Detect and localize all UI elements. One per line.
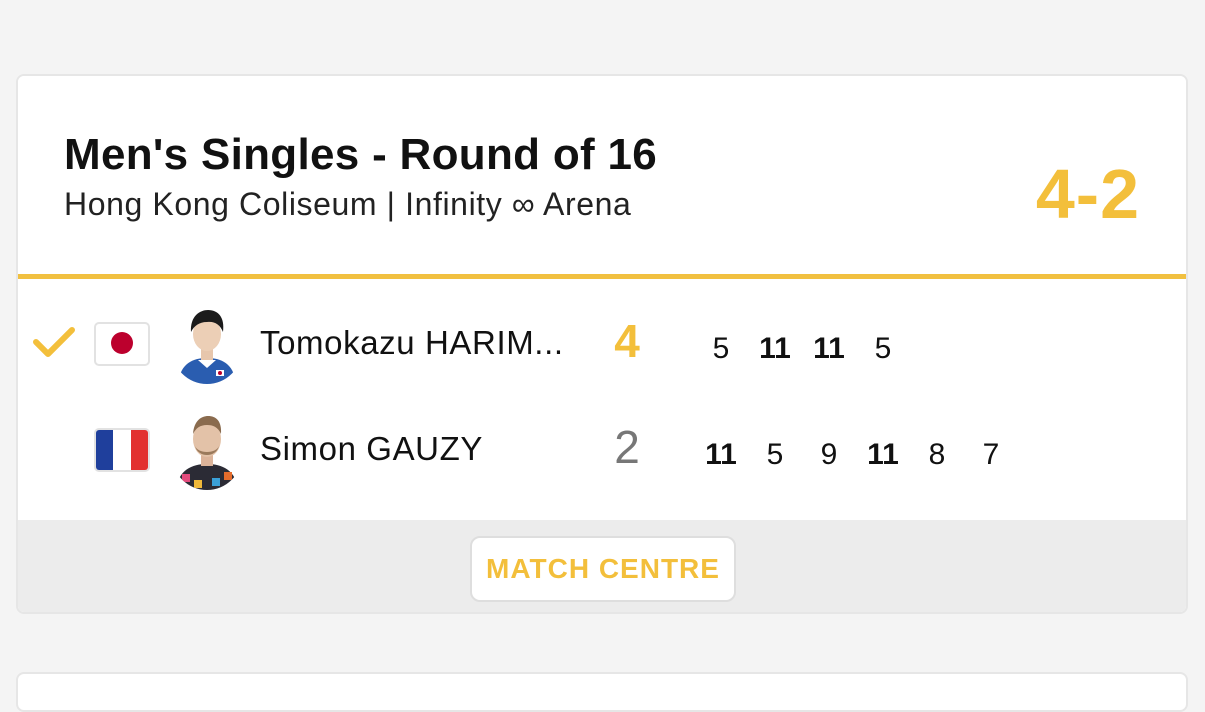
- card-footer: MATCH CENTRE: [18, 520, 1186, 612]
- game-scores: 11 5 9 11 8 7: [694, 438, 1018, 472]
- game-score: 5: [712, 332, 730, 365]
- match-title: Men's Singles - Round of 16: [64, 130, 658, 179]
- game-score: 5: [766, 438, 784, 471]
- game-scores: 5 11 11 5: [694, 332, 910, 366]
- winner-check-icon: [33, 327, 75, 357]
- player-row[interactable]: Tomokazu HARIM... 4 5 11 11 5: [18, 298, 1186, 398]
- player-name[interactable]: Tomokazu HARIM...: [260, 324, 564, 362]
- game-score: 9: [820, 438, 838, 471]
- player-name[interactable]: Simon GAUZY: [260, 430, 483, 468]
- match-header: Men's Singles - Round of 16 Hong Kong Co…: [18, 76, 1186, 274]
- sets-won: 4: [614, 315, 640, 367]
- game-score: 11: [705, 438, 737, 471]
- japan-flag-icon: [94, 322, 150, 366]
- next-match-card[interactable]: [16, 672, 1188, 712]
- player-row[interactable]: Simon GAUZY 2 11 5 9 11 8 7: [18, 404, 1186, 504]
- match-centre-button[interactable]: MATCH CENTRE: [470, 536, 736, 602]
- game-score: 11: [759, 332, 791, 365]
- game-score: 11: [867, 438, 899, 471]
- match-card: Men's Singles - Round of 16 Hong Kong Co…: [16, 74, 1188, 614]
- overall-score: 4-2: [1035, 155, 1140, 233]
- match-venue: Hong Kong Coliseum | Infinity ∞ Arena: [64, 186, 632, 222]
- game-score: 8: [928, 438, 946, 471]
- player-avatar: [172, 410, 242, 490]
- header-divider: [18, 274, 1186, 279]
- game-score: 5: [874, 332, 892, 365]
- player-avatar: [172, 304, 242, 384]
- game-score: 7: [982, 438, 1000, 471]
- sets-won: 2: [614, 421, 640, 473]
- game-score: 11: [813, 332, 845, 365]
- france-flag-icon: [94, 428, 150, 472]
